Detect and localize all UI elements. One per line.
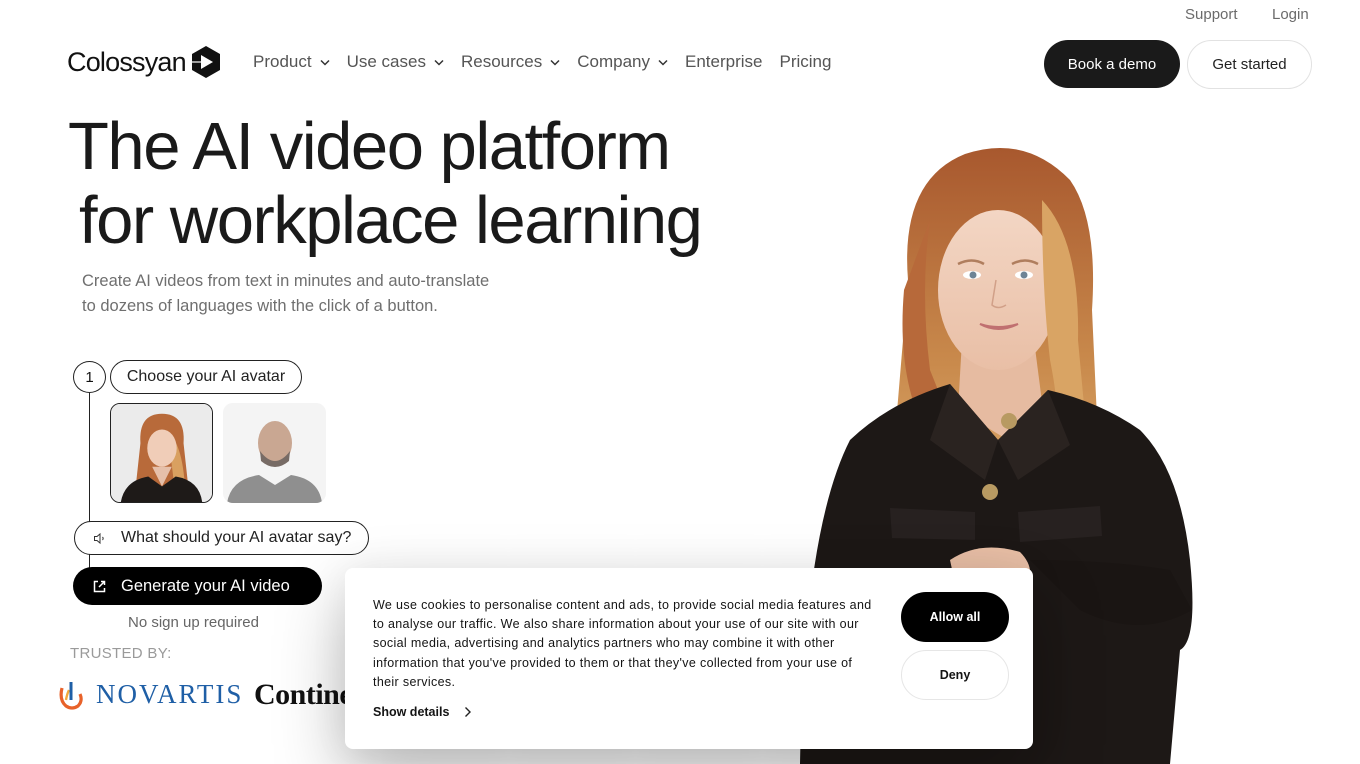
chevron-right-icon <box>465 707 472 717</box>
hero-title-line1: The AI video platform <box>68 109 671 184</box>
nav-enterprise[interactable]: Enterprise <box>685 52 762 72</box>
play-hexagon-icon <box>191 46 220 78</box>
nav-label: Product <box>253 52 312 71</box>
allow-all-button[interactable]: Allow all <box>901 592 1009 642</box>
nav-company[interactable]: Company <box>577 52 668 72</box>
chevron-down-icon <box>320 59 330 66</box>
step-number-badge: 1 <box>73 361 106 393</box>
novartis-wordmark: NOVARTIS <box>96 679 244 709</box>
no-signup-note: No sign up required <box>128 614 259 631</box>
nav-use-cases[interactable]: Use cases <box>347 52 444 72</box>
book-demo-button[interactable]: Book a demo <box>1044 40 1180 88</box>
choose-avatar-pill[interactable]: Choose your AI avatar <box>110 360 302 394</box>
cookie-consent-text: We use cookies to personalise content an… <box>373 598 872 689</box>
show-details-link[interactable]: Show details <box>373 705 472 719</box>
chevron-down-icon <box>550 59 560 66</box>
avatar-option-female[interactable] <box>110 403 213 503</box>
hero-title: The AI video platform for workplace lear… <box>68 109 703 258</box>
avatar-option-male[interactable] <box>223 403 326 503</box>
female-avatar-image <box>111 404 212 502</box>
support-link[interactable]: Support <box>1185 6 1238 23</box>
nav-resources[interactable]: Resources <box>461 52 560 72</box>
hero-title-line2: for workplace learning <box>79 183 703 258</box>
generate-video-button[interactable]: Generate your AI video <box>73 567 322 605</box>
nav-label: Resources <box>460 52 543 71</box>
speaker-icon <box>94 532 104 544</box>
show-details-label: Show details <box>373 705 450 719</box>
deny-button[interactable]: Deny <box>901 650 1009 700</box>
cookie-consent-banner: We use cookies to personalise content an… <box>345 568 1033 749</box>
avatar-script-label: What should your AI avatar say? <box>121 529 352 546</box>
nav-product[interactable]: Product <box>253 52 330 72</box>
brand-logo[interactable]: Colossyan <box>67 45 222 79</box>
hero-subtitle-line1: Create AI videos from text in minutes an… <box>82 272 490 290</box>
main-nav: Product Use cases Resources Company Ente… <box>253 52 848 72</box>
novartis-flame-icon <box>59 681 83 710</box>
trusted-by-label: TRUSTED BY: <box>70 645 172 662</box>
get-started-button[interactable]: Get started <box>1187 40 1312 89</box>
external-link-icon <box>93 580 106 592</box>
male-avatar-image <box>223 403 326 503</box>
nav-label: Use cases <box>346 52 426 71</box>
nav-label: Pricing <box>779 52 832 71</box>
avatar-script-pill[interactable]: What should your AI avatar say? <box>74 521 369 555</box>
chevron-down-icon <box>658 59 668 66</box>
chevron-down-icon <box>434 59 444 66</box>
hero-subtitle-line2: to dozens of languages with the click of… <box>82 297 438 315</box>
nav-label: Enterprise <box>685 52 763 71</box>
nav-label: Company <box>577 52 650 71</box>
brand-name: Colossyan <box>67 46 187 77</box>
novartis-logo: NOVARTIS <box>58 679 243 710</box>
hero-subtitle: Create AI videos from text in minutes an… <box>82 269 522 319</box>
generate-video-label: Generate your AI video <box>121 576 290 595</box>
nav-pricing[interactable]: Pricing <box>779 52 831 72</box>
login-link[interactable]: Login <box>1272 6 1309 23</box>
